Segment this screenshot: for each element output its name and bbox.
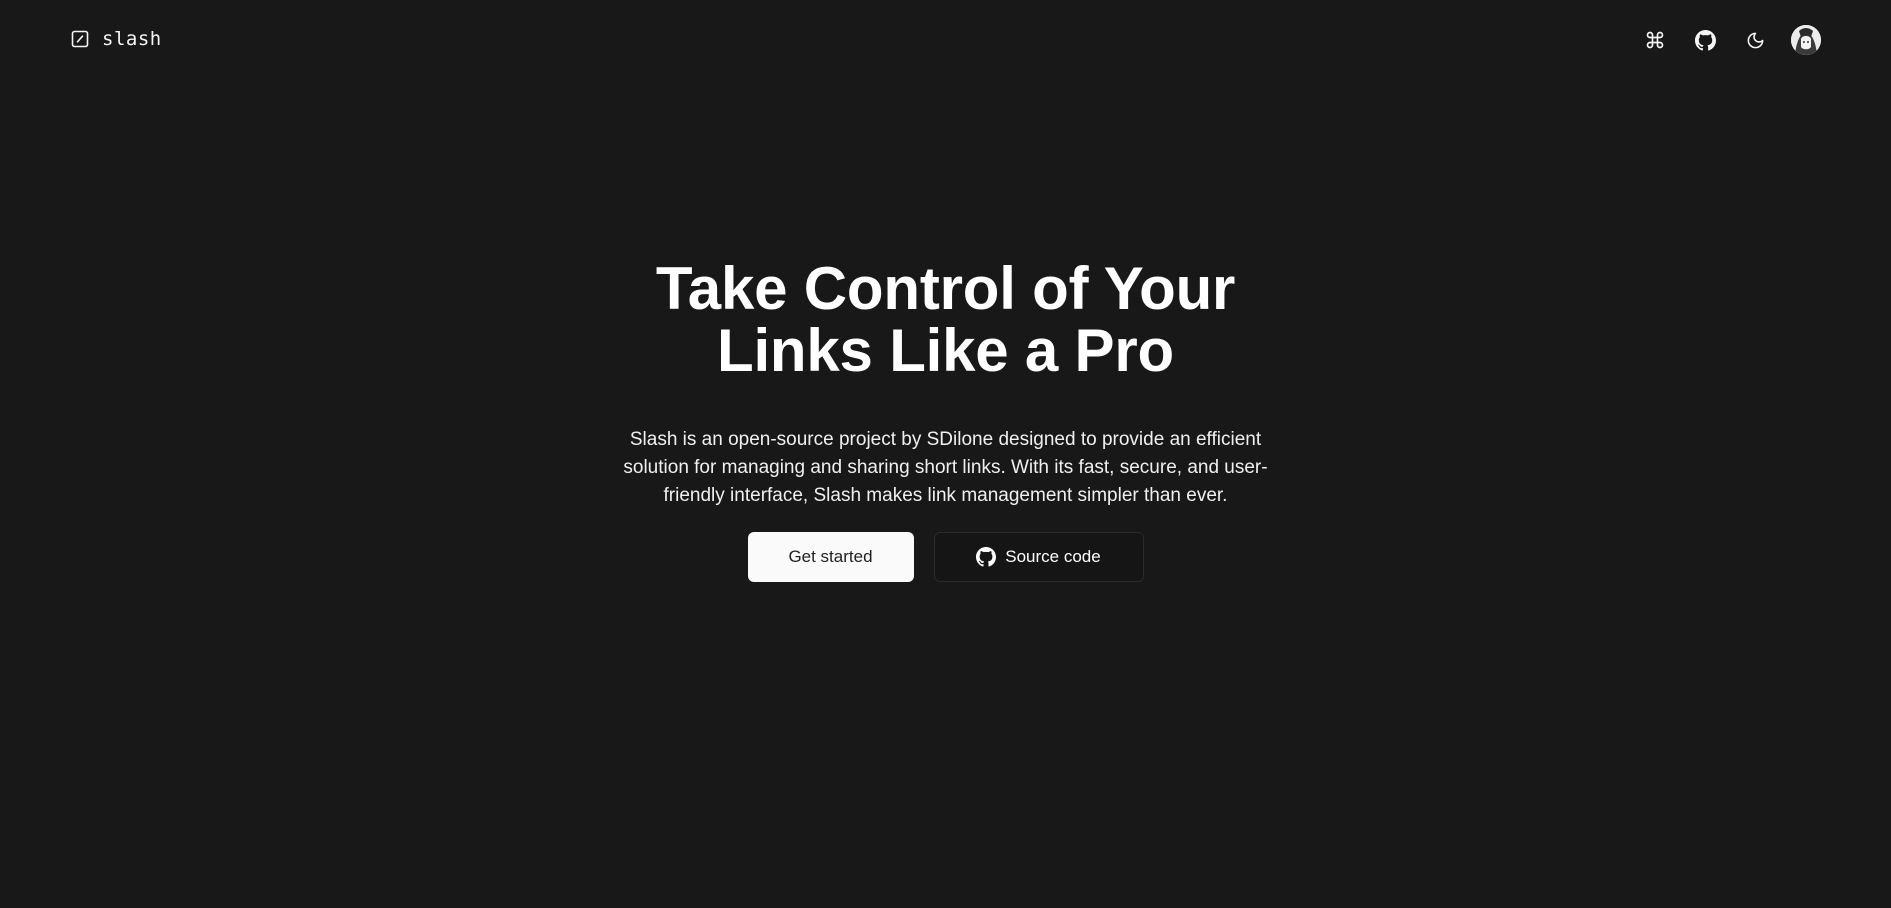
site-header: slash [0,0,1891,84]
slash-square-icon [70,29,90,49]
hero-section: Take Control of Your Links Like a Pro Sl… [0,258,1891,582]
github-icon [976,547,997,567]
command-button[interactable] [1641,24,1669,56]
logo-link[interactable]: slash [70,28,162,50]
theme-toggle-button[interactable] [1741,24,1769,56]
header-actions [1641,24,1821,56]
source-code-label: Source code [1005,547,1101,566]
logo-text: slash [102,28,162,50]
moon-icon [1746,31,1765,50]
hero-actions: Get started Source code [0,532,1891,582]
hero-description: Slash is an open-source project by SDilo… [623,429,1268,506]
github-icon [1694,29,1716,51]
source-code-button[interactable]: Source code [933,532,1144,582]
github-link-button[interactable] [1691,24,1719,56]
hero-title: Take Control of Your Links Like a Pro [655,255,1236,384]
command-icon [1645,30,1665,50]
avatar[interactable] [1791,25,1821,55]
get-started-button[interactable]: Get started [747,532,914,582]
